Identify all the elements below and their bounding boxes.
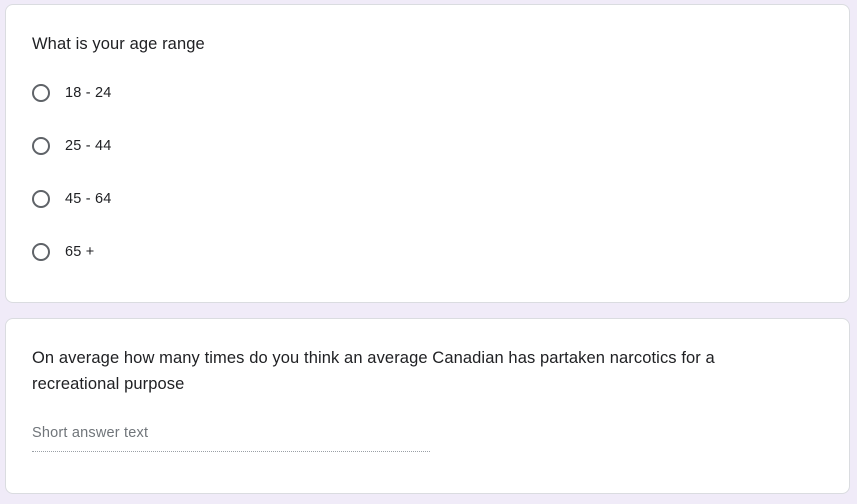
radio-unchecked-icon[interactable] <box>32 190 50 208</box>
radio-unchecked-icon[interactable] <box>32 84 50 102</box>
radio-option-label: 25 - 44 <box>65 138 112 154</box>
radio-option-label: 45 - 64 <box>65 191 112 207</box>
short-answer-placeholder: Short answer text <box>32 425 149 441</box>
radio-option-label: 18 - 24 <box>65 85 112 101</box>
radio-option-45-64[interactable]: 45 - 64 <box>32 187 112 211</box>
radio-option-25-44[interactable]: 25 - 44 <box>32 134 112 158</box>
radio-option-label: 65 + <box>65 244 95 260</box>
radio-unchecked-icon[interactable] <box>32 137 50 155</box>
question-card-narcotics: On average how many times do you think a… <box>5 318 850 494</box>
radio-option-65-plus[interactable]: 65 + <box>32 240 94 264</box>
radio-option-18-24[interactable]: 18 - 24 <box>32 81 112 105</box>
question-title: On average how many times do you think a… <box>32 349 715 393</box>
question-card-age-range: What is your age range 18 - 24 25 - 44 4… <box>5 4 850 303</box>
radio-unchecked-icon[interactable] <box>32 243 50 261</box>
short-answer-input[interactable]: Short answer text <box>32 423 430 452</box>
question-title: What is your age range <box>32 35 205 53</box>
